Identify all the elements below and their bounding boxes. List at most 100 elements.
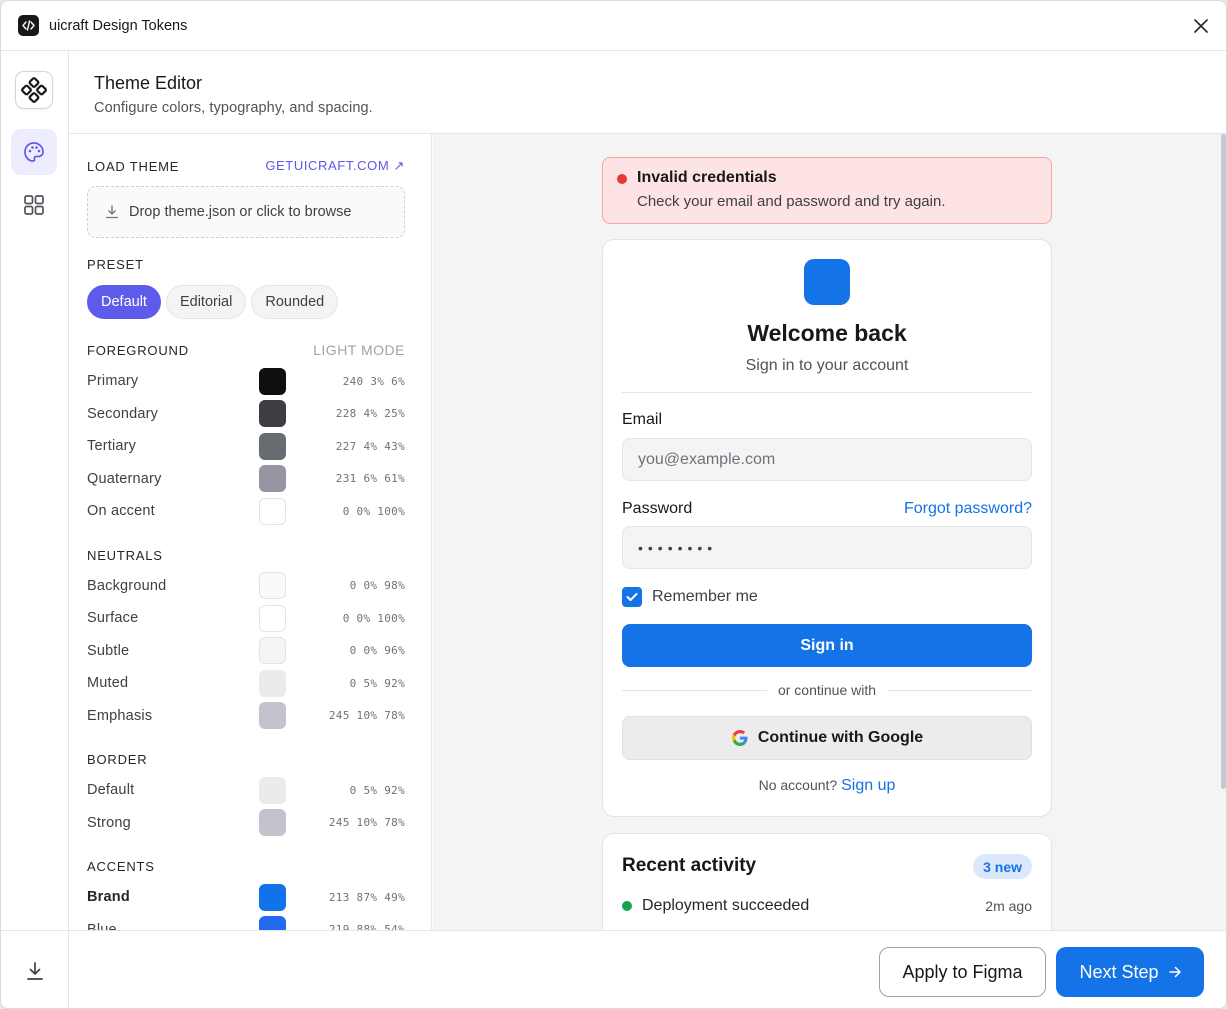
token-hsl: 240 3% 6%	[342, 374, 405, 388]
token-hsl: 228 4% 25%	[335, 407, 405, 421]
next-step-button[interactable]: Next Step	[1056, 947, 1204, 997]
preset-editorial-chip[interactable]: Editorial	[165, 285, 247, 319]
alert-title: Invalid credentials	[637, 169, 777, 186]
light-mode-label[interactable]: LIGHT MODE	[313, 342, 405, 358]
remember-checkbox[interactable]	[622, 587, 642, 607]
password-field[interactable]: ••••••••	[622, 526, 1032, 569]
color-swatch[interactable]	[259, 604, 286, 632]
color-swatch[interactable]	[259, 465, 286, 493]
title-bar: uicraft Design Tokens	[1, 1, 1226, 51]
remember-label: Remember me	[652, 588, 758, 605]
app-window: uicraft Design Tokens Theme Editor Confi…	[0, 0, 1227, 1009]
color-token-row[interactable]: Muted 0 5% 92%	[87, 667, 405, 700]
token-name: Surface	[87, 610, 139, 627]
color-swatch[interactable]	[259, 637, 286, 665]
theme-dropzone[interactable]: Drop theme.json or click to browse	[87, 186, 405, 238]
apply-to-figma-button[interactable]: Apply to Figma	[879, 947, 1046, 997]
color-token-row[interactable]: Blue 219 88% 54%	[87, 914, 405, 930]
brand-logo-icon	[15, 71, 53, 109]
color-token-row[interactable]: Quaternary 231 6% 61%	[87, 463, 405, 496]
color-token-row[interactable]: Primary 240 3% 6%	[87, 365, 405, 398]
token-hsl: 231 6% 61%	[335, 472, 405, 486]
token-name: Strong	[87, 814, 131, 831]
forgot-password-link[interactable]: Forgot password?	[904, 500, 1032, 518]
error-alert: Invalid credentials Check your email and…	[602, 157, 1052, 224]
password-label: Password	[622, 500, 693, 517]
email-field[interactable]: you@example.com	[622, 438, 1032, 481]
token-name: Primary	[87, 373, 139, 390]
token-hsl: 245 10% 78%	[328, 816, 405, 830]
sign-up-link[interactable]: Sign up	[841, 777, 895, 794]
color-token-row[interactable]: Background 0 0% 98%	[87, 570, 405, 603]
no-account-text: No account?	[758, 777, 838, 793]
preset-label: PRESET	[87, 257, 144, 272]
google-button[interactable]: Continue with Google	[622, 716, 1032, 760]
token-groups: FOREGROUND LIGHT MODE Primary 240 3% 6% Seco…	[87, 342, 405, 930]
palette-icon	[24, 142, 44, 162]
activity-time: 2m ago	[985, 898, 1032, 914]
color-token-row[interactable]: Emphasis 245 10% 78%	[87, 700, 405, 733]
login-card: Welcome back Sign in to your account Ema…	[602, 239, 1052, 817]
color-token-row[interactable]: Default 0 5% 92%	[87, 774, 405, 807]
group-label: NEUTRALS	[87, 547, 163, 563]
token-hsl: 0 0% 100%	[342, 504, 405, 518]
password-value: ••••••••	[638, 539, 718, 556]
color-swatch[interactable]	[259, 809, 286, 837]
token-hsl: 0 5% 92%	[349, 676, 405, 690]
token-hsl: 213 87% 49%	[328, 890, 405, 904]
activity-title: Recent activity	[622, 855, 757, 876]
token-hsl: 0 0% 100%	[342, 611, 405, 625]
color-swatch[interactable]	[259, 400, 286, 428]
group-header: FOREGROUND LIGHT MODE	[87, 342, 405, 358]
color-swatch[interactable]	[259, 883, 286, 911]
token-name: Muted	[87, 675, 129, 692]
next-step-label: Next Step	[1079, 961, 1159, 982]
nav-theme-button[interactable]	[11, 129, 57, 175]
color-swatch[interactable]	[259, 776, 286, 804]
window-title: uicraft Design Tokens	[49, 17, 188, 34]
card-logo	[804, 259, 850, 305]
export-button[interactable]	[1, 930, 68, 1008]
color-token-row[interactable]: Secondary 228 4% 25%	[87, 398, 405, 431]
color-swatch[interactable]	[259, 669, 286, 697]
color-token-row[interactable]: Brand 213 87% 49%	[87, 881, 405, 914]
token-name: Tertiary	[87, 438, 137, 455]
token-hsl: 0 5% 92%	[349, 783, 405, 797]
color-swatch[interactable]	[259, 916, 286, 930]
preset-rounded-chip[interactable]: Rounded	[251, 285, 339, 319]
close-button[interactable]	[1190, 15, 1212, 37]
activity-item[interactable]: Deployment succeeded 2m ago	[622, 897, 1032, 915]
color-swatch[interactable]	[259, 497, 286, 525]
color-token-row[interactable]: Surface 0 0% 100%	[87, 602, 405, 635]
sign-in-button[interactable]: Sign in	[622, 624, 1032, 667]
color-swatch[interactable]	[259, 367, 286, 395]
footer-bar: Apply to Figma Next Step	[69, 930, 1226, 1008]
color-swatch[interactable]	[259, 432, 286, 460]
color-swatch[interactable]	[259, 572, 286, 600]
getuicraft-link[interactable]: GETUICRAFT.COM ↗	[265, 158, 405, 174]
token-hsl: 0 0% 98%	[349, 579, 405, 593]
code-icon	[18, 15, 39, 36]
token-name: Secondary	[87, 405, 159, 422]
remember-me[interactable]: Remember me	[622, 587, 758, 607]
dropzone-text: Drop theme.json or click to browse	[129, 204, 352, 220]
or-text: or continue with	[777, 682, 877, 698]
color-token-row[interactable]: On accent 0 0% 100%	[87, 495, 405, 528]
token-name: Default	[87, 782, 135, 799]
success-dot	[622, 901, 632, 911]
load-theme-label: LOAD THEME	[87, 158, 180, 174]
preview-scrollbar[interactable]	[1221, 134, 1226, 789]
download-icon	[105, 205, 119, 219]
preset-default-chip[interactable]: Default	[87, 285, 161, 319]
color-swatch[interactable]	[259, 702, 286, 730]
color-token-row[interactable]: Subtle 0 0% 96%	[87, 635, 405, 668]
load-theme-header: LOAD THEME GETUICRAFT.COM ↗	[87, 158, 405, 174]
color-token-row[interactable]: Tertiary 227 4% 43%	[87, 430, 405, 463]
grid-icon	[24, 195, 44, 215]
color-token-row[interactable]: Strong 245 10% 78%	[87, 807, 405, 840]
activity-text: Deployment succeeded	[642, 897, 810, 914]
nav-components-button[interactable]	[11, 182, 57, 228]
google-icon	[731, 729, 749, 747]
close-icon	[1194, 19, 1208, 33]
token-name: Blue	[87, 921, 117, 930]
